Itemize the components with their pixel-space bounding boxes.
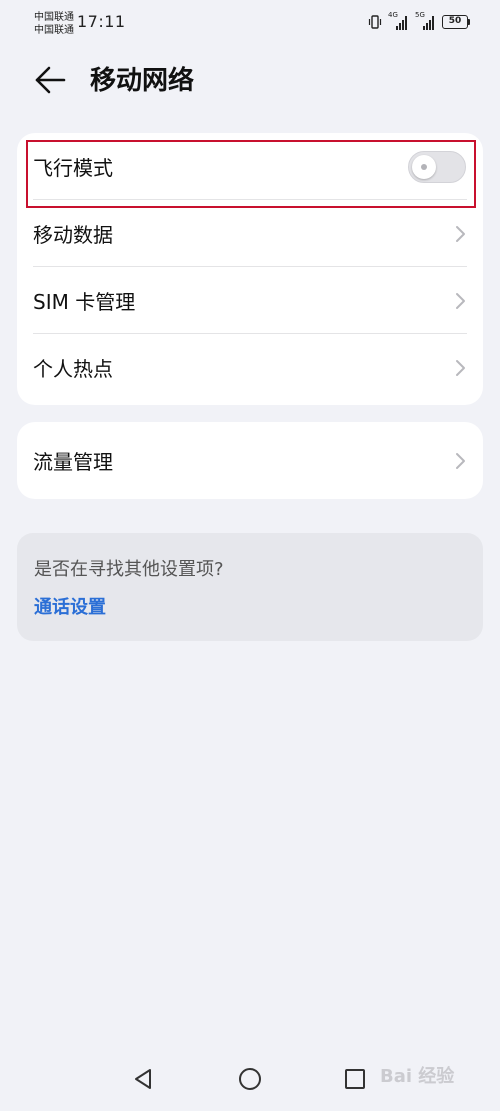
network-type-2: 5G [415, 11, 425, 19]
status-icons: 4G 5G 50 [367, 11, 470, 30]
vibrate-icon [368, 15, 382, 29]
network-type-1: 4G [388, 11, 398, 19]
clock: 17:11 [77, 12, 126, 31]
status-bar: 中国联通 中国联通 17:11 4G 5G 50 [0, 0, 500, 44]
carrier-labels: 中国联通 中国联通 [34, 11, 74, 37]
page-header: 移动网络 [0, 56, 500, 102]
traffic-management-card: 流量管理 [17, 422, 483, 499]
battery-icon: 50 [442, 15, 470, 29]
triangle-back-icon[interactable] [129, 1064, 159, 1094]
network-settings-card: 飞行模式 移动数据 SIM 卡管理 个人热点 [17, 133, 483, 405]
circle-home-icon[interactable] [235, 1064, 265, 1094]
airplane-mode-toggle[interactable] [408, 150, 466, 183]
chevron-right-icon [456, 292, 465, 309]
traffic-management-row[interactable]: 流量管理 [17, 422, 483, 499]
battery-level: 50 [442, 15, 468, 29]
watermark: Bai 经验 [380, 1066, 455, 1087]
search-hint-card: 是否在寻找其他设置项? 通话设置 [17, 533, 483, 641]
sim-management-label: SIM 卡管理 [33, 290, 136, 314]
page-title: 移动网络 [90, 66, 195, 96]
signal-2: 5G [415, 11, 437, 30]
carrier-1: 中国联通 [34, 12, 74, 23]
toggle-knob [412, 154, 436, 179]
arrow-left-icon [35, 66, 66, 94]
chevron-right-icon [456, 225, 465, 242]
carrier-2: 中国联通 [34, 25, 74, 36]
mobile-data-label: 移动数据 [33, 223, 113, 247]
signal-1: 4G [388, 11, 410, 30]
chevron-right-icon [456, 359, 465, 376]
sim-management-row[interactable]: SIM 卡管理 [17, 267, 483, 334]
square-recent-icon[interactable] [340, 1064, 370, 1094]
mobile-data-row[interactable]: 移动数据 [17, 200, 483, 267]
traffic-management-label: 流量管理 [33, 450, 113, 474]
battery-tip [468, 19, 470, 25]
personal-hotspot-row[interactable]: 个人热点 [17, 334, 483, 401]
airplane-mode-row[interactable]: 飞行模式 [17, 133, 483, 200]
search-hint-question: 是否在寻找其他设置项? [34, 559, 224, 580]
chevron-right-icon [456, 452, 465, 469]
airplane-mode-label: 飞行模式 [33, 156, 113, 180]
call-settings-link[interactable]: 通话设置 [34, 593, 106, 619]
personal-hotspot-label: 个人热点 [33, 357, 113, 381]
back-button[interactable] [32, 62, 68, 98]
